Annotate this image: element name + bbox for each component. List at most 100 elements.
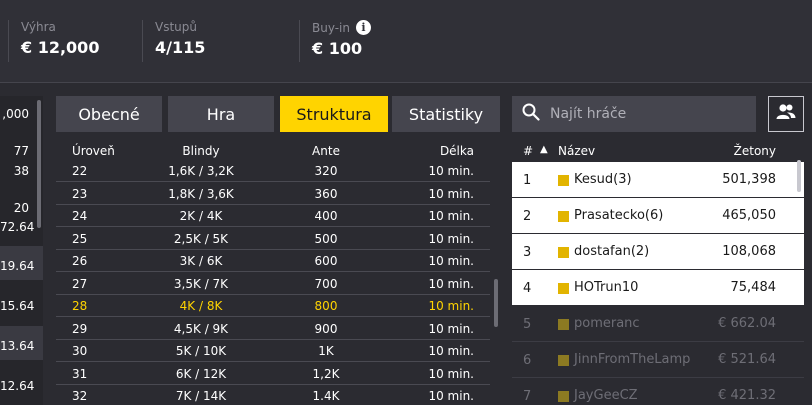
- player-status-icon: [558, 391, 569, 402]
- structure-row: 31 6K / 12K 1,2K 10 min.: [56, 363, 490, 385]
- cell-ante: 400: [314, 209, 338, 223]
- structure-row: 32 7K / 14K 1.4K 10 min.: [56, 385, 490, 405]
- player-rank: 6: [523, 353, 532, 368]
- player-status-icon: [558, 283, 569, 294]
- tournament-lobby: Výhra € 12,000 Vstupů 4/115 Buy-in i € 1…: [0, 0, 812, 405]
- cell-length: 10 min.: [428, 321, 474, 336]
- cell-length: 10 min.: [428, 344, 474, 358]
- player-chips: € 521.64: [718, 352, 776, 367]
- stat-buyin-label: Buy-in: [312, 20, 350, 35]
- player-rank: 4: [523, 281, 532, 296]
- cell-length: 10 min.: [428, 254, 474, 268]
- player-chips: € 421.32: [718, 388, 776, 403]
- structure-row: 29 4,5K / 9K 900 10 min.: [56, 318, 490, 340]
- player-row[interactable]: 2 Prasatecko(6) 465,050: [512, 198, 804, 234]
- players-list: # ▲ Název Žetony 1 Kesud(3) 501,398 2 Prasat…: [512, 140, 812, 405]
- cell-level: 27: [72, 276, 88, 291]
- player-name: HOTrun10: [574, 280, 639, 295]
- users-button[interactable]: [768, 96, 804, 132]
- stat-prize-value: € 12,000: [21, 38, 100, 57]
- player-rank: 1: [523, 173, 532, 188]
- player-row[interactable]: 1 Kesud(3) 501,398: [512, 162, 804, 198]
- structure-row: 25 2,5K / 5K 500 10 min.: [56, 228, 490, 250]
- stat-entries-value: 4/115: [155, 38, 206, 57]
- structure-row: 27 3,5K / 7K 700 10 min.: [56, 273, 490, 295]
- player-status-icon: [558, 211, 569, 222]
- cell-length: 10 min.: [428, 164, 474, 178]
- list-value: 19.64: [0, 259, 35, 273]
- cell-blinds: 1,8K / 3,6K: [168, 186, 234, 201]
- sort-asc-icon[interactable]: ▲: [540, 144, 548, 155]
- player-row[interactable]: 6 JinnFromTheLamp € 521.64: [512, 342, 804, 378]
- player-rank: 7: [523, 389, 532, 404]
- stats-bar: Výhra € 12,000 Vstupů 4/115 Buy-in i € 1…: [0, 0, 812, 83]
- cell-blinds: 3K / 6K: [179, 254, 223, 268]
- cell-level: 28: [72, 299, 88, 313]
- structure-row: 23 1,8K / 3,6K 360 10 min.: [56, 183, 490, 205]
- player-row[interactable]: 5 pomeranc € 662.04: [512, 306, 804, 342]
- cell-ante: 500: [314, 231, 338, 246]
- player-rank: 2: [523, 209, 532, 224]
- player-status-icon: [558, 247, 569, 258]
- header-name[interactable]: Název: [558, 144, 595, 158]
- tab-structure[interactable]: Struktura: [280, 96, 388, 132]
- cell-blinds: 4K / 8K: [179, 299, 223, 313]
- player-chips: 108,068: [722, 244, 776, 259]
- tab-game[interactable]: Hra: [168, 96, 274, 132]
- player-row[interactable]: 4 HOTrun10 75,484: [512, 270, 804, 306]
- search-icon: [522, 103, 540, 125]
- cell-ante: 800: [314, 299, 338, 313]
- structure-table-header: Úroveň Blindy Ante Délka: [56, 140, 490, 160]
- cell-length: 10 min.: [428, 186, 474, 201]
- structure-row: 24 2K / 4K 400 10 min.: [56, 205, 490, 227]
- players-scrollbar[interactable]: [797, 160, 801, 192]
- structure-scrollbar[interactable]: [494, 279, 498, 327]
- cell-level: 23: [72, 186, 88, 201]
- stat-buyin-value: € 100: [312, 39, 363, 58]
- header-length: Délka: [439, 144, 474, 158]
- structure-row-current: 28 4K / 8K 800 10 min.: [56, 295, 490, 317]
- header-chips[interactable]: Žetony: [734, 144, 776, 158]
- cell-level: 25: [72, 231, 88, 246]
- cell-ante: 1.4K: [312, 389, 340, 403]
- cell-ante: 600: [314, 254, 338, 268]
- cell-length: 10 min.: [428, 366, 474, 381]
- cell-ante: 320: [314, 164, 338, 178]
- search-input[interactable]: [550, 106, 740, 122]
- player-name: JinnFromTheLamp: [574, 352, 691, 367]
- player-name: Prasatecko(6): [574, 208, 664, 223]
- tab-general[interactable]: Obecné: [56, 96, 162, 132]
- tab-statistics[interactable]: Statistiky: [392, 96, 500, 132]
- list-value: 12.64: [0, 379, 35, 393]
- header-ante: Ante: [312, 144, 340, 158]
- structure-row: 30 5K / 10K 1K 10 min.: [56, 340, 490, 362]
- cell-length: 10 min.: [428, 389, 474, 403]
- header-blinds: Blindy: [182, 144, 220, 158]
- player-chips: 75,484: [730, 280, 777, 295]
- left-partial-list: ,000 77 38 20 72.64 19.64 15.64 13.64 12…: [0, 96, 43, 405]
- list-value: 15.64: [0, 299, 35, 313]
- left-scrollbar[interactable]: [37, 100, 41, 228]
- cell-blinds: 2K / 4K: [179, 209, 223, 223]
- cell-level: 22: [72, 164, 88, 178]
- users-icon: [776, 103, 796, 125]
- player-row[interactable]: 7 JayGeeCZ € 421.32: [512, 378, 804, 405]
- player-rank: 5: [523, 317, 532, 332]
- cell-ante: 360: [314, 186, 338, 201]
- info-icon[interactable]: i: [356, 20, 371, 35]
- player-status-icon: [558, 355, 569, 366]
- cell-level: 24: [72, 209, 88, 223]
- stat-prize: Výhra € 12,000: [8, 20, 99, 62]
- player-row[interactable]: 3 dostafan(2) 108,068: [512, 234, 804, 270]
- player-status-icon: [558, 319, 569, 330]
- cell-blinds: 3,5K / 7K: [173, 276, 229, 291]
- player-chips: 465,050: [722, 208, 776, 223]
- cell-ante: 1,2K: [312, 366, 340, 381]
- cell-length: 10 min.: [428, 231, 474, 246]
- structure-table: Úroveň Blindy Ante Délka 22 1,6K / 3,2K 32…: [56, 140, 504, 405]
- cell-level: 26: [72, 254, 88, 268]
- cell-blinds: 5K / 10K: [175, 344, 227, 358]
- cell-blinds: 2,5K / 5K: [173, 231, 229, 246]
- player-search[interactable]: [512, 96, 756, 132]
- stat-buyin: Buy-in i € 100: [299, 20, 371, 62]
